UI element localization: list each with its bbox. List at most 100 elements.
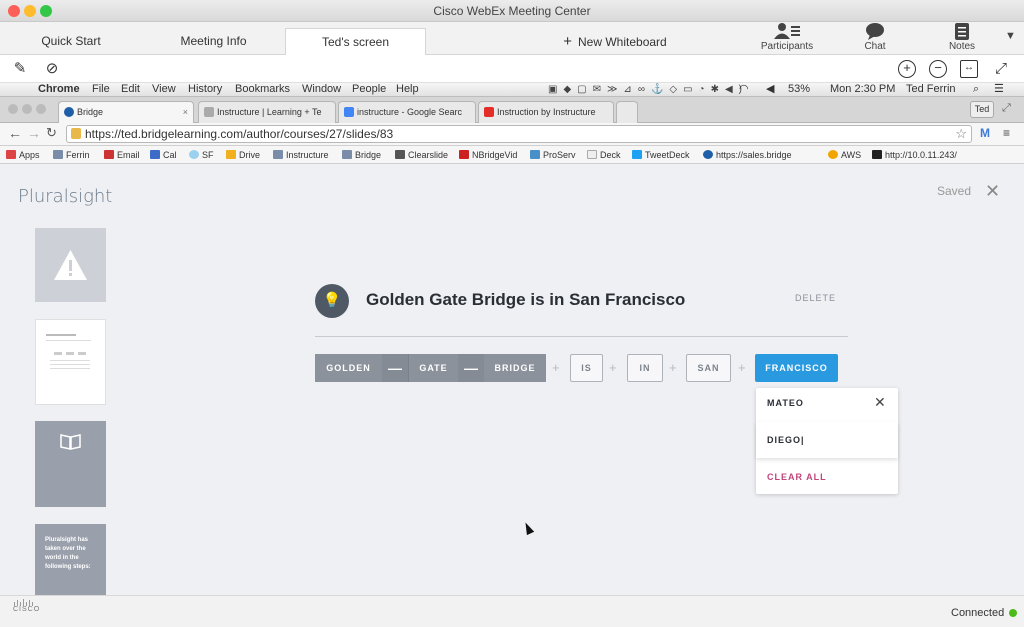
notes-button[interactable]: Notes	[932, 22, 992, 55]
word-chip-in[interactable]: IN	[627, 354, 663, 382]
zoom-in-icon[interactable]: +	[898, 60, 916, 78]
word-chip-gate[interactable]: GATE	[408, 354, 458, 382]
back-icon[interactable]: ←	[8, 125, 22, 141]
notification-center-icon[interactable]: ☰	[994, 83, 1004, 96]
word-chip-francisco[interactable]: FRANCISCO	[755, 354, 838, 382]
address-bar[interactable]: https://ted.bridgelearning.com/author/co…	[66, 125, 972, 143]
join-button[interactable]: —	[382, 354, 408, 382]
add-icon[interactable]: +	[738, 360, 746, 375]
add-icon[interactable]: +	[669, 360, 677, 375]
chrome-tab-google-search[interactable]: instructure - Google Searc	[338, 101, 476, 123]
slide-heading[interactable]: Golden Gate Bridge is in San Francisco	[366, 290, 685, 310]
tweetdeck-icon	[632, 150, 642, 159]
chrome-close-button[interactable]	[8, 104, 18, 114]
alternative-input[interactable]: DIEGO|	[756, 422, 898, 458]
bookmark-drive[interactable]: Drive	[226, 149, 260, 161]
wifi-icon[interactable]: ◠	[739, 83, 749, 96]
gmail-extension-icon[interactable]: M	[980, 126, 990, 140]
new-tab-button[interactable]	[616, 101, 638, 123]
chrome-minimize-button[interactable]	[22, 104, 32, 114]
menu-window[interactable]: Window	[302, 83, 341, 96]
cisco-logo-icon	[14, 599, 33, 606]
menu-view[interactable]: View	[152, 83, 176, 96]
remote-control-icon[interactable]: ⊘	[43, 60, 61, 78]
salesforce-icon	[189, 150, 199, 159]
slide-thumbnail-4[interactable]: Pluralsight has taken over the world in …	[35, 524, 106, 595]
delete-button[interactable]: DELETE	[795, 293, 836, 303]
menu-app-name[interactable]: Chrome	[38, 83, 80, 96]
bookmark-sales-bridge[interactable]: https://sales.bridge	[703, 149, 792, 161]
chrome-tab-youtube[interactable]: Instruction by Instructure	[478, 101, 614, 123]
menu-file[interactable]: File	[92, 83, 110, 96]
new-whiteboard-button[interactable]: + New Whiteboard	[555, 28, 675, 55]
bookmark-bridge[interactable]: Bridge	[342, 149, 381, 161]
fullscreen-icon[interactable]: ⤢	[992, 60, 1010, 78]
bookmark-label: NBridgeVid	[472, 150, 518, 160]
join-button[interactable]: —	[458, 354, 484, 382]
chat-button[interactable]: Chat	[845, 22, 905, 55]
reload-icon[interactable]: ↻	[46, 125, 57, 141]
menu-people[interactable]: People	[352, 83, 386, 96]
menu-edit[interactable]: Edit	[121, 83, 140, 96]
menu-help[interactable]: Help	[396, 83, 419, 96]
bookmark-label: Clearslide	[408, 150, 449, 160]
add-icon[interactable]: +	[552, 360, 560, 375]
slide-thumbnail-2[interactable]	[35, 319, 106, 405]
youtube-favicon	[484, 107, 494, 117]
slide-thumbnail-1[interactable]	[35, 228, 106, 302]
battery-percent[interactable]: 53%	[788, 83, 810, 96]
bookmark-nbridgevid[interactable]: NBridgeVid	[459, 149, 517, 161]
bookmark-apps[interactable]: Apps	[6, 149, 40, 161]
tab-meeting-info[interactable]: Meeting Info	[142, 28, 285, 55]
word-chip-golden[interactable]: GOLDEN	[315, 354, 382, 382]
chrome-tab-instructure[interactable]: Instructure | Learning + Te	[198, 101, 336, 123]
fit-width-icon[interactable]: ↔	[960, 60, 978, 78]
bookmark-ip[interactable]: http://10.0.11.243/	[872, 149, 957, 161]
tab-quick-start[interactable]: Quick Start	[0, 28, 142, 55]
slide-thumbnail-3[interactable]	[35, 421, 106, 507]
word-chip-san[interactable]: SAN	[686, 354, 731, 382]
clear-all-button[interactable]: CLEAR ALL	[756, 472, 898, 482]
bookmark-ferrin[interactable]: Ferrin	[53, 149, 90, 161]
chrome-menu-icon[interactable]: ≡	[1003, 126, 1010, 140]
menubar-clock[interactable]: Mon 2:30 PM	[830, 83, 895, 96]
bookmark-clearslide[interactable]: Clearslide	[395, 149, 448, 161]
menubar-status-icons[interactable]: ▣◆▢✉≫⊿∞⚓◇▭◔✱◀)	[548, 83, 748, 96]
close-icon[interactable]: ✕	[985, 181, 1000, 202]
chevron-down-icon[interactable]: ▼	[1005, 30, 1016, 42]
saved-status: Saved	[937, 184, 972, 198]
add-icon[interactable]: +	[609, 360, 617, 375]
bookmark-email[interactable]: Email	[104, 149, 140, 161]
bookmark-cal[interactable]: Cal	[150, 149, 177, 161]
apps-icon	[6, 150, 16, 159]
forward-icon[interactable]: →	[27, 125, 41, 141]
menu-history[interactable]: History	[188, 83, 222, 96]
bookmark-proserv[interactable]: ProServ	[530, 149, 576, 161]
notes-icon	[955, 23, 969, 40]
bookmark-deck[interactable]: Deck	[587, 149, 621, 161]
bookmark-instructure[interactable]: Instructure	[273, 149, 329, 161]
word-chip-bridge[interactable]: BRIDGE	[484, 354, 546, 382]
volume-icon[interactable]: ◀	[766, 83, 774, 96]
menubar-user[interactable]: Ted Ferrin	[906, 83, 956, 96]
bookmark-star-icon[interactable]: ☆	[955, 126, 967, 142]
spotlight-icon[interactable]: ⌕	[973, 83, 979, 96]
pen-icon[interactable]: ✎	[11, 60, 29, 78]
close-tab-icon[interactable]: ×	[183, 102, 188, 122]
chrome-tab-bridge[interactable]: Bridge ×	[58, 101, 194, 123]
participants-icon	[774, 23, 800, 39]
expand-icon[interactable]: ⤢	[1002, 102, 1011, 115]
gmail-icon	[104, 150, 114, 159]
zoom-out-icon[interactable]: −	[929, 60, 947, 78]
chrome-zoom-button[interactable]	[36, 104, 46, 114]
participants-button[interactable]: Participants	[757, 22, 817, 55]
bookmark-sf[interactable]: SF	[189, 149, 214, 161]
tab-teds-screen[interactable]: Ted's screen	[285, 28, 426, 55]
bookmark-aws[interactable]: AWS	[828, 149, 861, 161]
webex-tab-bar: Quick Start Meeting Info Ted's screen + N…	[0, 22, 1024, 55]
menu-bookmarks[interactable]: Bookmarks	[235, 83, 290, 96]
profile-button[interactable]: Ted	[970, 101, 994, 118]
bookmark-tweetdeck[interactable]: TweetDeck	[632, 149, 690, 161]
close-icon[interactable]: ✕	[874, 394, 886, 411]
word-chip-is[interactable]: IS	[570, 354, 603, 382]
